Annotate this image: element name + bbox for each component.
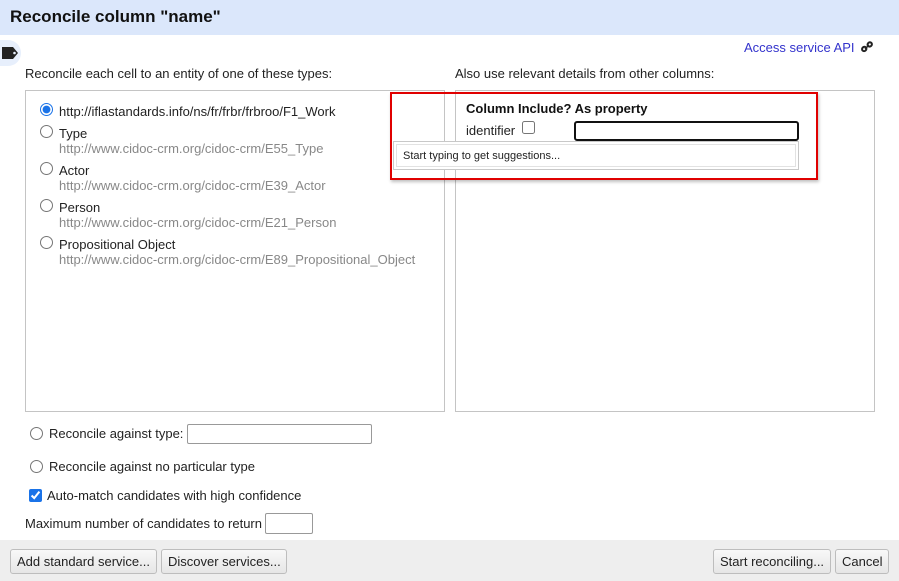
type-uri: http://www.cidoc-crm.org/cidoc-crm/E89_P… — [59, 252, 416, 267]
type-option[interactable]: Type http://www.cidoc-crm.org/cidoc-crm/E… — [40, 125, 415, 157]
type-radio[interactable] — [40, 125, 53, 138]
type-name: http://iflastandards.info/ns/fr/frbr/frb… — [59, 104, 336, 119]
reconcile-no-type-radio[interactable] — [30, 460, 43, 473]
include-checkbox-identifier[interactable] — [522, 121, 535, 134]
auto-match-label: Auto-match candidates with high confiden… — [47, 488, 302, 503]
types-panel: http://iflastandards.info/ns/fr/frbr/frb… — [25, 90, 445, 412]
service-tab[interactable] — [0, 40, 21, 66]
type-option[interactable]: Person http://www.cidoc-crm.org/cidoc-crm… — [40, 199, 415, 231]
max-candidates-label: Maximum number of candidates to return — [25, 516, 262, 531]
max-candidates-input[interactable] — [265, 513, 313, 534]
dialog-title: Reconcile column "name" — [10, 7, 221, 26]
tag-icon — [2, 47, 18, 59]
reconcile-no-type-label: Reconcile against no particular type — [49, 459, 255, 474]
suggestion-hint: Start typing to get suggestions... — [396, 144, 796, 167]
link-icon[interactable] — [861, 41, 873, 53]
reconcile-against-type-radio[interactable] — [30, 427, 43, 440]
type-list: http://iflastandards.info/ns/fr/frbr/frb… — [40, 103, 416, 273]
dialog-titlebar: Reconcile column "name" — [0, 0, 899, 35]
columns-table-header: Column Include? As property — [466, 101, 648, 116]
access-service-api-link[interactable]: Access service API — [744, 40, 855, 55]
type-name: Propositional Object — [59, 237, 176, 252]
type-option[interactable]: http://iflastandards.info/ns/fr/frbr/frb… — [40, 103, 415, 120]
type-option[interactable]: Propositional Object http://www.cidoc-crm… — [40, 236, 416, 268]
type-radio[interactable] — [40, 162, 53, 175]
type-option[interactable]: Actor http://www.cidoc-crm.org/cidoc-crm/… — [40, 162, 415, 194]
type-name: Type — [59, 126, 88, 141]
start-reconciling-button[interactable]: Start reconciling... — [713, 549, 831, 574]
add-standard-service-button[interactable]: Add standard service... — [10, 549, 157, 574]
cancel-button[interactable]: Cancel — [835, 549, 889, 574]
type-radio[interactable] — [40, 236, 53, 249]
discover-services-button[interactable]: Discover services... — [161, 549, 287, 574]
reconcile-type-input[interactable] — [187, 424, 372, 444]
type-radio[interactable] — [40, 103, 53, 116]
type-uri: http://www.cidoc-crm.org/cidoc-crm/E55_T… — [59, 141, 324, 156]
column-name-identifier: identifier — [466, 123, 516, 138]
type-name: Actor — [59, 163, 90, 178]
suggestion-dropdown: Start typing to get suggestions... — [393, 141, 799, 170]
columns-heading: Also use relevant details from other col… — [455, 66, 715, 81]
type-name: Person — [59, 200, 101, 215]
type-uri: http://www.cidoc-crm.org/cidoc-crm/E21_P… — [59, 215, 337, 230]
auto-match-checkbox[interactable] — [29, 489, 42, 502]
property-input-identifier[interactable] — [574, 121, 799, 141]
reconcile-against-type-label: Reconcile against type: — [49, 426, 184, 441]
types-heading: Reconcile each cell to an entity of one … — [25, 66, 333, 81]
dialog-footer: Add standard service... Discover service… — [0, 540, 899, 581]
type-radio[interactable] — [40, 199, 53, 212]
type-uri: http://www.cidoc-crm.org/cidoc-crm/E39_A… — [59, 178, 326, 193]
